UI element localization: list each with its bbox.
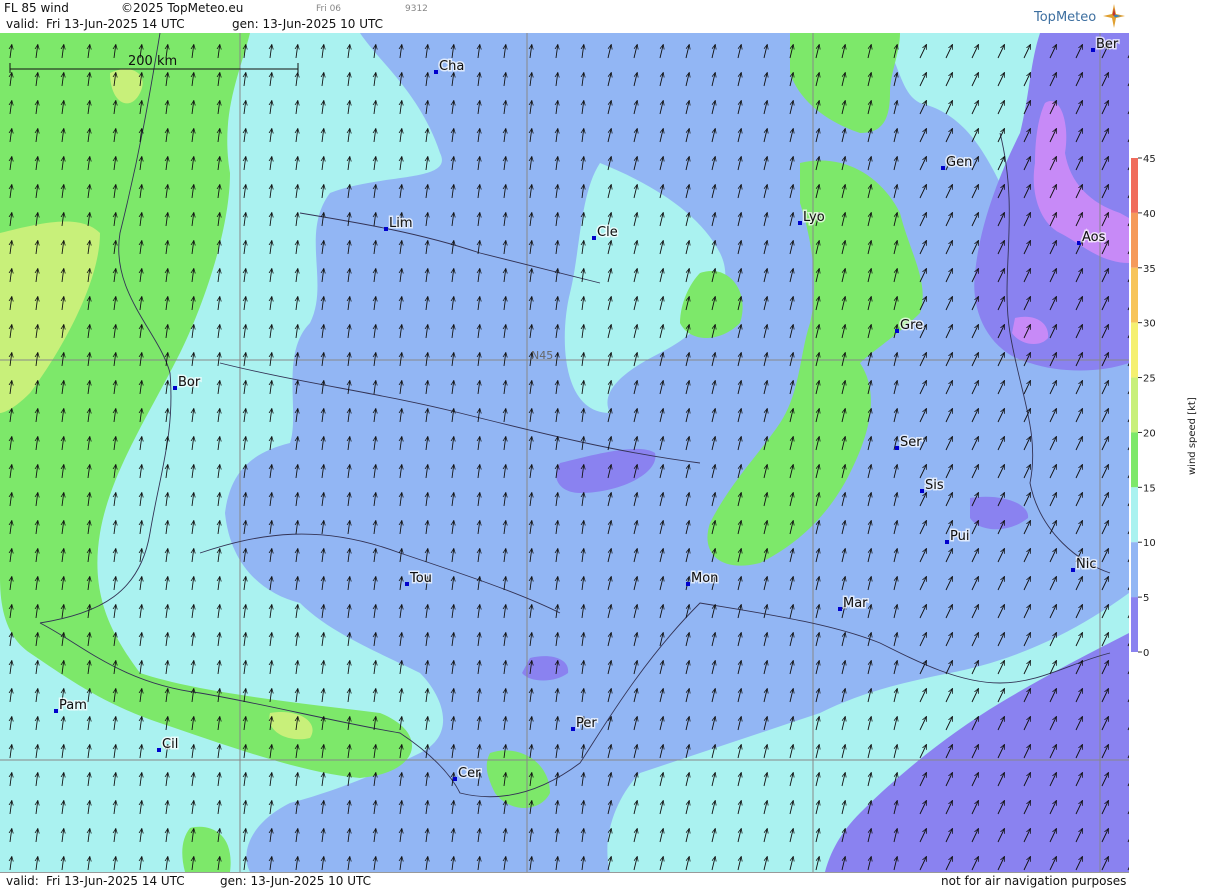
legend-tick-label: 15 <box>1143 483 1156 494</box>
legend-tick-label: 20 <box>1143 428 1156 439</box>
legend-tick-label: 10 <box>1143 538 1156 549</box>
legend-band <box>1131 542 1138 598</box>
legend-tick-label: 5 <box>1143 593 1149 604</box>
legend-tick-label: 40 <box>1143 209 1156 220</box>
city-label: Lim <box>389 216 413 231</box>
city-ser[interactable]: SerSer <box>895 434 924 452</box>
city-gre[interactable]: GreGre <box>895 317 925 335</box>
city-label: Bor <box>178 375 201 390</box>
city-label: Mon <box>691 571 718 586</box>
city-label: Per <box>576 716 597 731</box>
footer-valid-time: Fri 13-Jun-2025 14 UTC <box>46 874 185 888</box>
city-marker <box>434 70 438 74</box>
product-title: FL 85 wind <box>4 1 69 15</box>
legend-title: wind speed [kt] <box>1187 397 1198 475</box>
scale-label: 200 km <box>128 54 177 69</box>
city-pam[interactable]: PamPam <box>54 697 88 715</box>
city-label: Cil <box>162 737 178 752</box>
city-label: Sis <box>925 478 944 493</box>
legend-tick-label: 35 <box>1143 264 1156 275</box>
valid-label: valid: <box>6 17 39 31</box>
topmeteo-logo-text: TopMeteo <box>1034 10 1097 25</box>
city-marker <box>895 446 899 450</box>
footer-generated: gen: 13-Jun-2025 10 UTC <box>220 874 372 888</box>
legend-tick-label: 0 <box>1143 648 1149 659</box>
wind-speed-legend: 45 40 35 30 25 20 15 10 5 0 wind speed [kt] <box>1121 0 1219 887</box>
footer-valid-label: valid: <box>6 874 39 888</box>
city-label: Aos <box>1082 230 1106 245</box>
city-marker <box>895 329 899 333</box>
legend-colorbar: 45 40 35 30 25 20 15 10 5 0 wind speed [kt] <box>1121 154 1198 659</box>
city-label: Cha <box>439 59 464 74</box>
city-tou[interactable]: TouTou <box>405 570 433 588</box>
city-label: Tou <box>409 571 432 586</box>
legend-band <box>1131 158 1138 213</box>
city-gen[interactable]: GenGen <box>941 154 974 172</box>
latitude-label: N45 <box>531 349 553 362</box>
day-code: Fri 06 <box>316 4 342 14</box>
legend-tick-label: 25 <box>1143 374 1156 385</box>
city-marker <box>798 221 802 225</box>
city-label: Pui <box>950 529 969 544</box>
city-label: Cle <box>597 225 618 240</box>
city-label: Ber <box>1096 37 1119 52</box>
valid-time: Fri 13-Jun-2025 14 UTC <box>46 17 185 31</box>
city-mon[interactable]: MonMon <box>686 570 720 588</box>
city-label: Nic <box>1076 557 1096 572</box>
city-marker <box>941 166 945 170</box>
city-marker <box>405 582 409 586</box>
legend-band <box>1131 267 1138 323</box>
city-label: Mar <box>843 596 868 611</box>
city-marker <box>173 386 177 390</box>
legend-band <box>1131 377 1138 433</box>
city-label: Lyo <box>803 210 825 225</box>
wind-map[interactable]: 200 km N45 Cha Cha Ber Ber Gen Gen Lim Lim Cle Cl… <box>0 33 1129 872</box>
city-marker <box>920 489 924 493</box>
city-marker <box>838 607 842 611</box>
city-bor[interactable]: BorBor <box>173 374 202 392</box>
city-marker <box>157 748 161 752</box>
topmeteo-star-icon <box>1103 4 1125 28</box>
city-marker <box>592 236 596 240</box>
wind-map-canvas: 200 km N45 ChaChaBerBerGenGenLimLimCleCl… <box>0 33 1129 872</box>
city-marker <box>453 777 457 781</box>
city-label: Pam <box>59 698 87 713</box>
generated-time: gen: 13-Jun-2025 10 UTC <box>232 17 384 31</box>
map-header: FL 85 wind ©2025 TopMeteo.eu Fri 06 9312… <box>0 0 1129 34</box>
city-lim[interactable]: LimLim <box>384 215 414 233</box>
city-marker <box>54 709 58 713</box>
city-cer[interactable]: CerCer <box>453 765 483 783</box>
city-aos[interactable]: AosAos <box>1077 229 1107 247</box>
legend-band <box>1131 322 1138 378</box>
city-cha[interactable]: ChaCha <box>434 58 466 76</box>
copyright-text: ©2025 TopMeteo.eu <box>121 1 244 15</box>
city-marker <box>1091 48 1095 52</box>
city-label: Cer <box>458 766 481 781</box>
legend-band <box>1131 212 1138 268</box>
city-mar[interactable]: MarMar <box>838 595 870 613</box>
city-marker <box>1077 241 1081 245</box>
city-marker <box>571 727 575 731</box>
legend-band <box>1131 597 1138 652</box>
city-ber[interactable]: BerBer <box>1091 36 1120 54</box>
legend-tick-label: 30 <box>1143 319 1156 330</box>
city-marker <box>1071 568 1075 572</box>
legend-tick-label: 45 <box>1143 154 1156 165</box>
city-marker <box>945 540 949 544</box>
city-marker <box>686 582 690 586</box>
legend-band <box>1131 487 1138 543</box>
city-label: Ser <box>900 435 922 450</box>
footer-disclaimer: not for air navigation purposes <box>941 874 1127 888</box>
city-marker <box>384 227 388 231</box>
map-footer: valid: Fri 13-Jun-2025 14 UTC gen: 13-Ju… <box>0 872 1129 888</box>
map-code: 9312 <box>405 4 428 14</box>
city-label: Gen <box>946 155 972 170</box>
legend-band <box>1131 432 1138 488</box>
city-label: Gre <box>900 318 923 333</box>
